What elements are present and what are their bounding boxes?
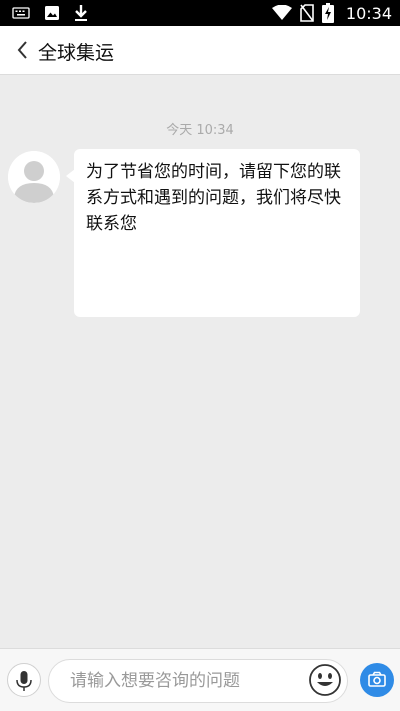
download-icon <box>74 4 88 22</box>
chevron-left-icon <box>10 36 34 64</box>
back-button[interactable] <box>10 36 34 64</box>
avatar[interactable] <box>8 151 60 203</box>
chat-area[interactable]: 今天 10:34 为了节省您的时间，请留下您的联系方式和遇到的问题，我们将尽快联… <box>0 75 400 648</box>
app-bar: 全球集运 <box>0 26 400 75</box>
camera-button[interactable] <box>360 663 394 697</box>
default-avatar-icon <box>8 151 60 203</box>
input-bar <box>0 648 400 711</box>
camera-icon <box>360 663 394 697</box>
keyboard-icon <box>12 6 30 20</box>
status-time: 10:34 <box>345 3 392 23</box>
status-bar: 10:34 <box>0 0 400 26</box>
voice-button[interactable] <box>7 663 41 697</box>
message-timestamp: 今天 10:34 <box>166 123 234 138</box>
emoji-button[interactable] <box>308 663 342 697</box>
wifi-icon <box>271 5 292 21</box>
message-input[interactable] <box>48 659 348 703</box>
page-title: 全球集运 <box>38 42 115 64</box>
message-bubble[interactable]: 为了节省您的时间，请留下您的联系方式和遇到的问题，我们将尽快联系您 <box>74 149 360 317</box>
emoji-icon <box>308 663 342 697</box>
microphone-icon <box>8 664 40 696</box>
battery-charging-icon <box>321 3 334 23</box>
no-sim-icon <box>300 4 314 22</box>
image-icon <box>44 5 60 21</box>
